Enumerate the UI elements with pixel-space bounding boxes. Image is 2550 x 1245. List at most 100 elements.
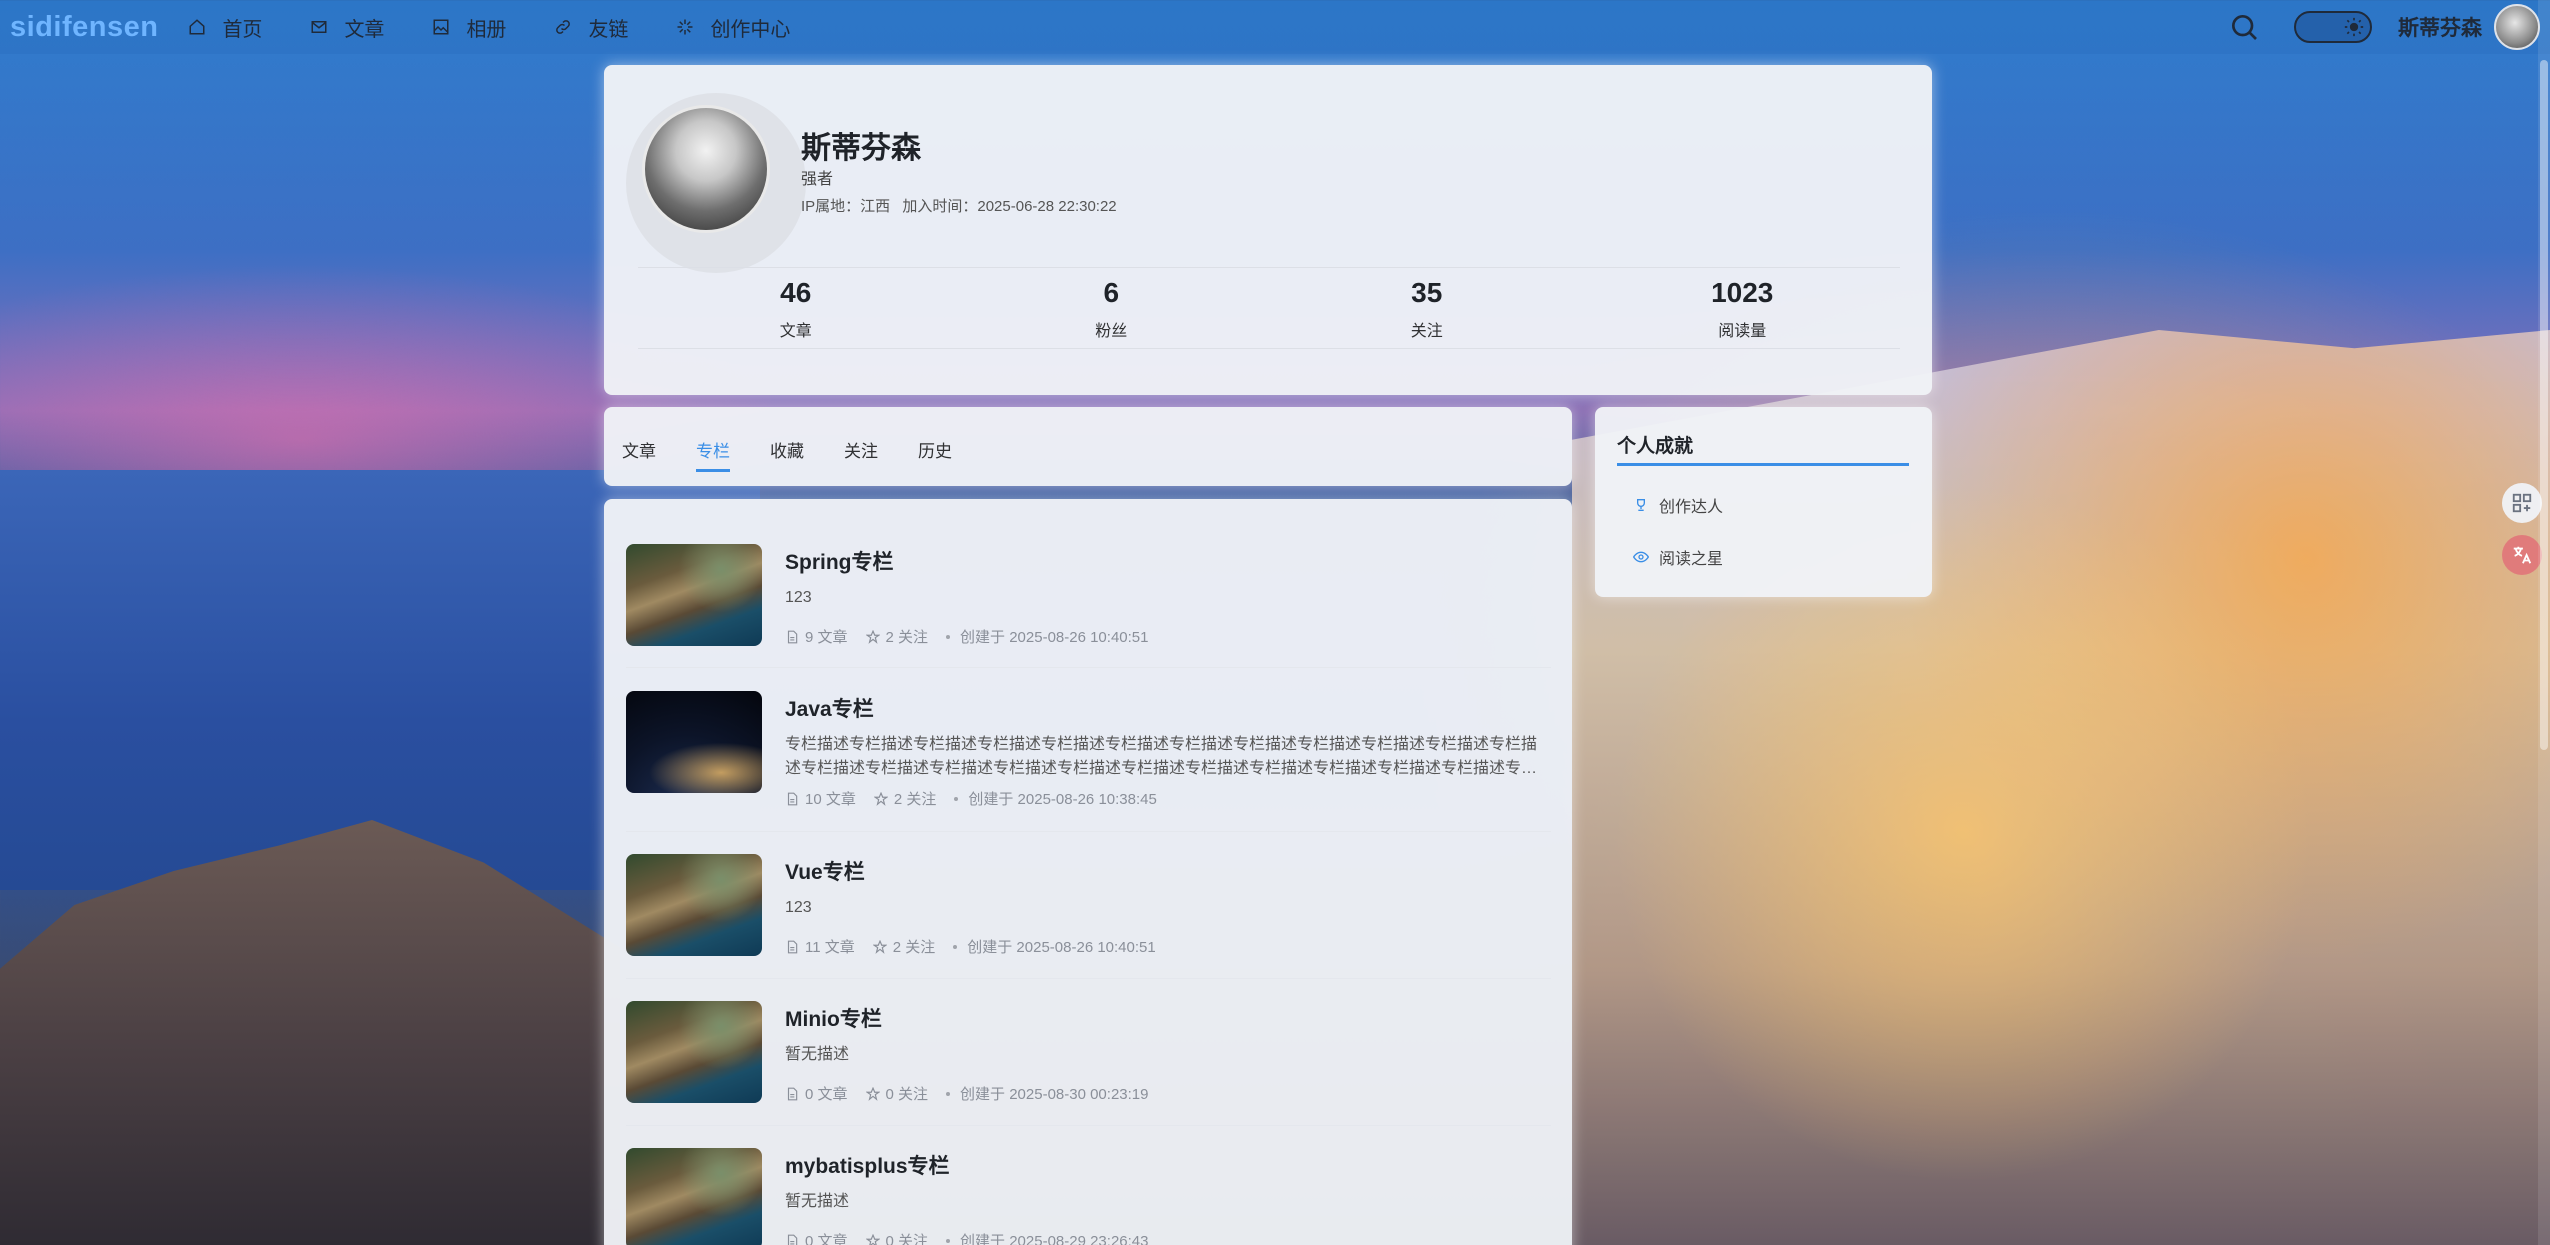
column-desc: 暂无描述 [785, 1193, 850, 1210]
column-name[interactable]: Spring专栏 [785, 546, 894, 576]
join-time: 加入时间：2025-06-28 22:30:22 [902, 198, 1117, 215]
column-name[interactable]: Vue专栏 [785, 856, 865, 886]
user-avatar[interactable] [2494, 4, 2540, 50]
tab-articles[interactable]: 文章 [622, 437, 656, 472]
tabs-card: 文章 专栏 收藏 关注 历史 [604, 407, 1572, 486]
nav-item-articles[interactable]: 文章 [310, 13, 384, 42]
app-grid-button[interactable] [2502, 483, 2542, 523]
image-icon [433, 19, 449, 35]
stat-label: 关注 [1410, 323, 1443, 340]
follow-count: 0 关注 [865, 1230, 928, 1245]
stat-fans[interactable]: 6 粉丝 [954, 277, 1270, 341]
dot-separator [946, 1091, 951, 1096]
follow-count-text: 0 关注 [885, 1086, 929, 1103]
divider [626, 831, 1551, 832]
stat-reads[interactable]: 1023 阅读量 [1585, 277, 1901, 341]
article-count-text: 11 文章 [805, 939, 855, 956]
column-name[interactable]: mybatisplus专栏 [785, 1150, 950, 1180]
column-meta: 9 文章 2 关注 创建于 2025-08-26 10:40:51 [785, 626, 1148, 647]
nav-item-creator[interactable]: 创作中心 [676, 13, 790, 42]
stat-articles[interactable]: 46 文章 [638, 277, 954, 341]
stat-value: 1023 [1711, 277, 1774, 308]
profile-avatar[interactable] [642, 105, 770, 233]
eye-icon [1633, 551, 1649, 563]
star-icon [865, 1086, 880, 1101]
column-item-minio[interactable]: Minio专栏 暂无描述 0 文章 0 关注 创建于 2025-08-30 00… [626, 1001, 1551, 1103]
column-item-java[interactable]: Java专栏 专栏描述专栏描述专栏描述专栏描述专栏描述专栏描述专栏描述专栏描述专… [626, 691, 1551, 808]
dot-separator [953, 944, 958, 949]
page-scrollbar[interactable] [2538, 0, 2550, 1245]
achievement-label: 阅读之星 [1659, 551, 1724, 568]
stat-value: 46 [780, 277, 812, 308]
article-count: 11 文章 [785, 936, 855, 957]
nav-item-label: 文章 [344, 18, 385, 41]
tab-history[interactable]: 历史 [918, 437, 952, 472]
site-logo[interactable]: sidifensen [10, 11, 158, 44]
column-meta: 10 文章 2 关注 创建于 2025-08-26 10:38:45 [785, 788, 1157, 809]
article-count-text: 9 文章 [805, 629, 848, 646]
nav-item-label: 创作中心 [710, 18, 791, 41]
nav-menu: 首页 文章 相册 友链 创作中心 [188, 13, 838, 42]
column-cover[interactable] [626, 1001, 762, 1103]
nav-item-home[interactable]: 首页 [188, 13, 262, 42]
nav-username[interactable]: 斯蒂芬森 [2398, 12, 2482, 42]
profile-name: 斯蒂芬森 [801, 132, 921, 165]
column-name[interactable]: Java专栏 [785, 693, 874, 723]
follow-count: 0 关注 [865, 1083, 929, 1104]
article-count: 9 文章 [785, 626, 848, 647]
stat-following[interactable]: 35 关注 [1269, 277, 1585, 341]
created-time: 创建于 2025-08-26 10:40:51 [967, 939, 1156, 956]
dot-separator [954, 796, 959, 801]
tab-following[interactable]: 关注 [844, 437, 878, 472]
star-icon [865, 629, 880, 644]
column-name[interactable]: Minio专栏 [785, 1003, 882, 1033]
created-time: 创建于 2025-08-26 10:38:45 [968, 791, 1157, 808]
column-cover[interactable] [626, 854, 762, 956]
column-cover[interactable] [626, 544, 762, 646]
column-desc: 123 [785, 589, 812, 606]
column-cover[interactable] [626, 1148, 762, 1245]
divider [638, 348, 1900, 349]
achievement-label: 创作达人 [1659, 499, 1724, 516]
column-desc: 暂无描述 [785, 1046, 850, 1063]
link-icon [556, 20, 571, 34]
stat-label: 粉丝 [1095, 323, 1128, 340]
column-item-vue[interactable]: Vue专栏 123 11 文章 2 关注 创建于 2025-08-26 10:4… [626, 854, 1551, 956]
achievements-title: 个人成就 [1617, 436, 1694, 457]
mail-icon [311, 21, 327, 33]
title-underline [1617, 463, 1909, 466]
column-item-mybatisplus[interactable]: mybatisplus专栏 暂无描述 0 文章 0 关注 创建于 2025-08… [626, 1148, 1551, 1245]
article-count: 0 文章 [785, 1083, 848, 1104]
follow-count-text: 2 关注 [893, 791, 937, 808]
column-desc: 专栏描述专栏描述专栏描述专栏描述专栏描述专栏描述专栏描述专栏描述专栏描述专栏描述… [785, 736, 1538, 777]
column-cover[interactable] [626, 691, 762, 793]
nav-item-links[interactable]: 友链 [554, 13, 628, 42]
profile-title: 强者 [801, 171, 834, 188]
article-count-text: 0 文章 [805, 1233, 848, 1245]
scrollbar-thumb[interactable] [2540, 60, 2548, 750]
stat-label: 阅读量 [1718, 323, 1767, 340]
achievements-card: 个人成就 创作达人 阅读之星 [1595, 407, 1932, 597]
created-time: 创建于 2025-08-29 23:26:43 [960, 1233, 1149, 1245]
nav-item-label: 首页 [222, 18, 263, 41]
top-navbar: sidifensen 首页 文章 相册 友链 创作中心 斯蒂芬森 [0, 0, 2550, 54]
tab-favorites[interactable]: 收藏 [770, 437, 804, 472]
column-item-spring[interactable]: Spring专栏 123 9 文章 2 关注 创建于 2025-08-26 10… [626, 544, 1551, 646]
document-icon [787, 630, 798, 643]
theme-toggle[interactable] [2294, 11, 2372, 43]
dot-separator [946, 634, 951, 639]
column-list: Spring专栏 123 9 文章 2 关注 创建于 2025-08-26 10… [604, 499, 1572, 1245]
nav-item-label: 友链 [588, 18, 629, 41]
translate-button[interactable] [2502, 535, 2542, 575]
column-meta: 0 文章 0 关注 创建于 2025-08-30 00:23:19 [785, 1083, 1148, 1104]
achievement-item: 阅读之星 [1633, 545, 1723, 569]
achievement-item: 创作达人 [1633, 493, 1723, 517]
tab-columns[interactable]: 专栏 [696, 437, 730, 472]
search-icon[interactable] [2228, 11, 2260, 43]
divider [626, 978, 1551, 979]
dot-separator [946, 1238, 951, 1243]
nav-item-albums[interactable]: 相册 [432, 13, 506, 42]
document-icon [787, 940, 798, 953]
profile-meta: IP属地：江西 加入时间：2025-06-28 22:30:22 [801, 195, 1125, 216]
profile-tabs: 文章 专栏 收藏 关注 历史 [622, 437, 992, 472]
